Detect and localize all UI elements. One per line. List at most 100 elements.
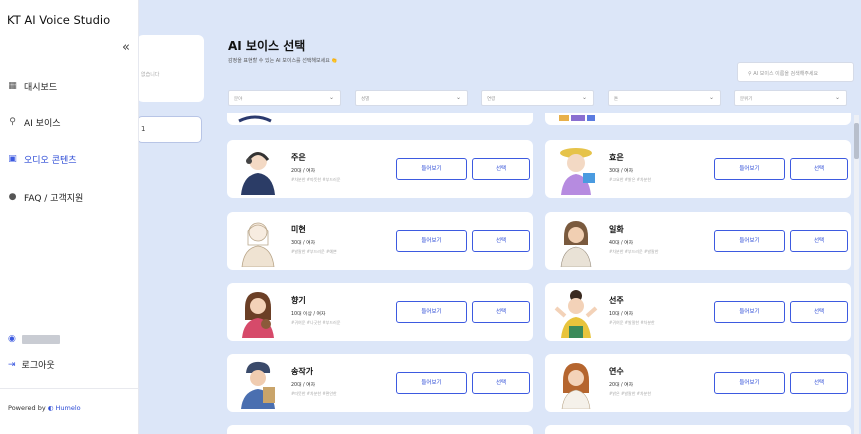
search-input[interactable]: ⚲ AI 보이스 이름을 검색해주세요	[737, 62, 854, 82]
logout-icon: ⇥	[8, 359, 16, 370]
select-button[interactable]: 선택	[790, 158, 848, 180]
listen-button[interactable]: 들어보기	[714, 372, 785, 394]
listen-button[interactable]: 들어보기	[714, 230, 785, 252]
sidebar-item-dashboard[interactable]: ▦ 대시보드	[8, 80, 58, 94]
humelo-logo-icon: ◐	[47, 404, 54, 412]
voice-name: 효은	[609, 153, 624, 162]
voice-name: 주은	[291, 153, 306, 162]
select-button[interactable]: 선택	[790, 372, 848, 394]
listen-button[interactable]: 들어보기	[714, 158, 785, 180]
voice-card-partial[interactable]	[227, 425, 533, 434]
filter-gender[interactable]: 성별 ⌄	[355, 90, 468, 106]
listen-button[interactable]: 들어보기	[396, 372, 467, 394]
voice-tags: #발랄한 #부드러운 #예쁜	[291, 249, 337, 254]
voice-card-partial[interactable]	[545, 425, 851, 434]
main-content: 없습니다 1 AI 보이스 선택 감정을 표현할 수 있는 AI 보이스를 선택…	[139, 0, 861, 434]
avatar-partial	[238, 115, 272, 123]
avatar	[241, 361, 275, 409]
chevron-down-icon: ⌄	[455, 94, 461, 101]
audio-content-icon: ▣	[8, 154, 17, 164]
voice-tags: #차분한 #따뜻한 #부드러운	[291, 177, 341, 182]
avatar-partial	[559, 115, 595, 121]
avatar	[242, 292, 274, 338]
voice-card-partial[interactable]	[227, 113, 533, 125]
sidebar-item-label: 오디오 콘텐츠	[24, 156, 77, 166]
background-panel: 없습니다	[139, 35, 204, 102]
voice-card[interactable]: 연수 20대 / 여자 #밝은 #발랄한 #차분한 들어보기 선택	[545, 354, 851, 412]
scrollbar-thumb[interactable]	[854, 123, 859, 159]
voice-tags: #밝은 #발랄한 #차분한	[609, 391, 652, 396]
select-button[interactable]: 선택	[472, 230, 530, 252]
voice-tags: #귀여운 #발랄한 #차분한	[609, 320, 655, 325]
avatar	[560, 148, 595, 195]
listen-button[interactable]: 들어보기	[396, 230, 467, 252]
listen-button[interactable]: 들어보기	[396, 301, 467, 323]
listen-button[interactable]: 들어보기	[396, 158, 467, 180]
voice-name: 연수	[609, 367, 624, 376]
voice-meta: 30대 / 여자	[609, 169, 634, 174]
select-button[interactable]: 선택	[790, 301, 848, 323]
voice-meta: 30대 / 여자	[291, 241, 316, 246]
collapse-sidebar-icon[interactable]: «	[122, 40, 130, 55]
voice-name: 향기	[291, 296, 306, 305]
sidebar-item-faq[interactable]: ● FAQ / 고객지원	[8, 191, 84, 205]
logout-button[interactable]: ⇥ 로그아웃	[8, 358, 55, 372]
voice-tags: #따뜻한 #차분한 #편안한	[291, 391, 337, 396]
avatar	[561, 363, 591, 409]
voice-card[interactable]: 주은 20대 / 여자 #차분한 #따뜻한 #부드러운 들어보기 선택	[227, 140, 533, 198]
voice-card[interactable]: 향기 10대 이상 / 여자 #귀여운 #나긋한 #부드러운 들어보기 선택	[227, 283, 533, 341]
scrollbar[interactable]	[854, 115, 859, 434]
background-panel-item: 1	[139, 116, 202, 143]
filter-tone[interactable]: 톤 ⌄	[608, 90, 721, 106]
sidebar-item-label: FAQ / 고객지원	[24, 194, 84, 204]
voice-name: 송작가	[291, 367, 314, 376]
select-button[interactable]: 선택	[472, 158, 530, 180]
voice-name: 일화	[609, 225, 624, 234]
voice-card[interactable]: 송작가 20대 / 여자 #따뜻한 #차분한 #편안한 들어보기 선택	[227, 354, 533, 412]
voice-meta: 20대 / 여자	[609, 383, 634, 388]
powered-by: Powered by ◐ Humelo	[8, 404, 81, 412]
voice-card[interactable]: 효은 30대 / 여자 #고요한 #밝은 #차분한 들어보기 선택	[545, 140, 851, 198]
voice-tags: #차분한 #부드러운 #발랄한	[609, 249, 659, 254]
listen-button[interactable]: 들어보기	[714, 301, 785, 323]
help-icon: ●	[8, 192, 17, 202]
voice-card[interactable]: 일화 40대 / 여자 #차분한 #부드러운 #발랄한 들어보기 선택	[545, 212, 851, 270]
sidebar: KT AI Voice Studio « ▦ 대시보드 ⚲ AI 보이스 ▣ 오…	[0, 0, 139, 434]
voice-meta: 20대 / 여자	[291, 169, 316, 174]
sidebar-item-audio-content[interactable]: ▣ 오디오 콘텐츠	[8, 153, 77, 167]
chevron-down-icon: ⌄	[581, 94, 587, 101]
select-button[interactable]: 선택	[472, 372, 530, 394]
voice-meta: 10대 / 여자	[609, 312, 634, 317]
microphone-icon: ⚲	[9, 117, 16, 127]
select-button[interactable]: 선택	[472, 301, 530, 323]
avatar	[560, 221, 592, 267]
filter-mood[interactable]: 분위기 ⌄	[734, 90, 847, 106]
voice-meta: 10대 이상 / 여자	[291, 312, 326, 317]
dashboard-icon: ▦	[8, 81, 17, 91]
page-title: AI 보이스 선택	[228, 39, 306, 53]
voice-meta: 20대 / 여자	[291, 383, 316, 388]
voice-tags: #귀여운 #나긋한 #부드러운	[291, 320, 341, 325]
voice-tags: #고요한 #밝은 #차분한	[609, 177, 652, 182]
logout-label: 로그아웃	[21, 361, 55, 371]
user-name-blurred	[21, 334, 60, 344]
select-button[interactable]: 선택	[790, 230, 848, 252]
avatar	[241, 152, 275, 195]
voice-card[interactable]: 미현 30대 / 여자 #발랄한 #부드러운 #예쁜 들어보기 선택	[227, 212, 533, 270]
voice-card-partial[interactable]	[545, 113, 851, 125]
user-profile[interactable]: ◉	[8, 334, 60, 344]
filter-field[interactable]: 분야 ⌄	[228, 90, 341, 106]
voice-card[interactable]: 선주 10대 / 여자 #귀여운 #발랄한 #차분한 들어보기 선택	[545, 283, 851, 341]
voice-name: 미현	[291, 225, 306, 234]
divider	[0, 388, 139, 389]
sidebar-item-label: 대시보드	[24, 83, 58, 93]
filter-bar: 분야 ⌄ 성별 ⌄ 연령 ⌄ 톤 ⌄ 분위기 ⌄	[228, 90, 852, 106]
voice-name: 선주	[609, 296, 624, 305]
filter-age[interactable]: 연령 ⌄	[481, 90, 594, 106]
avatar	[241, 222, 275, 267]
chevron-down-icon: ⌄	[328, 94, 334, 101]
chevron-down-icon: ⌄	[708, 94, 714, 101]
sidebar-item-ai-voice[interactable]: ⚲ AI 보이스	[8, 116, 60, 130]
app-title: KT AI Voice Studio	[7, 13, 111, 27]
search-icon: ⚲	[748, 71, 752, 77]
